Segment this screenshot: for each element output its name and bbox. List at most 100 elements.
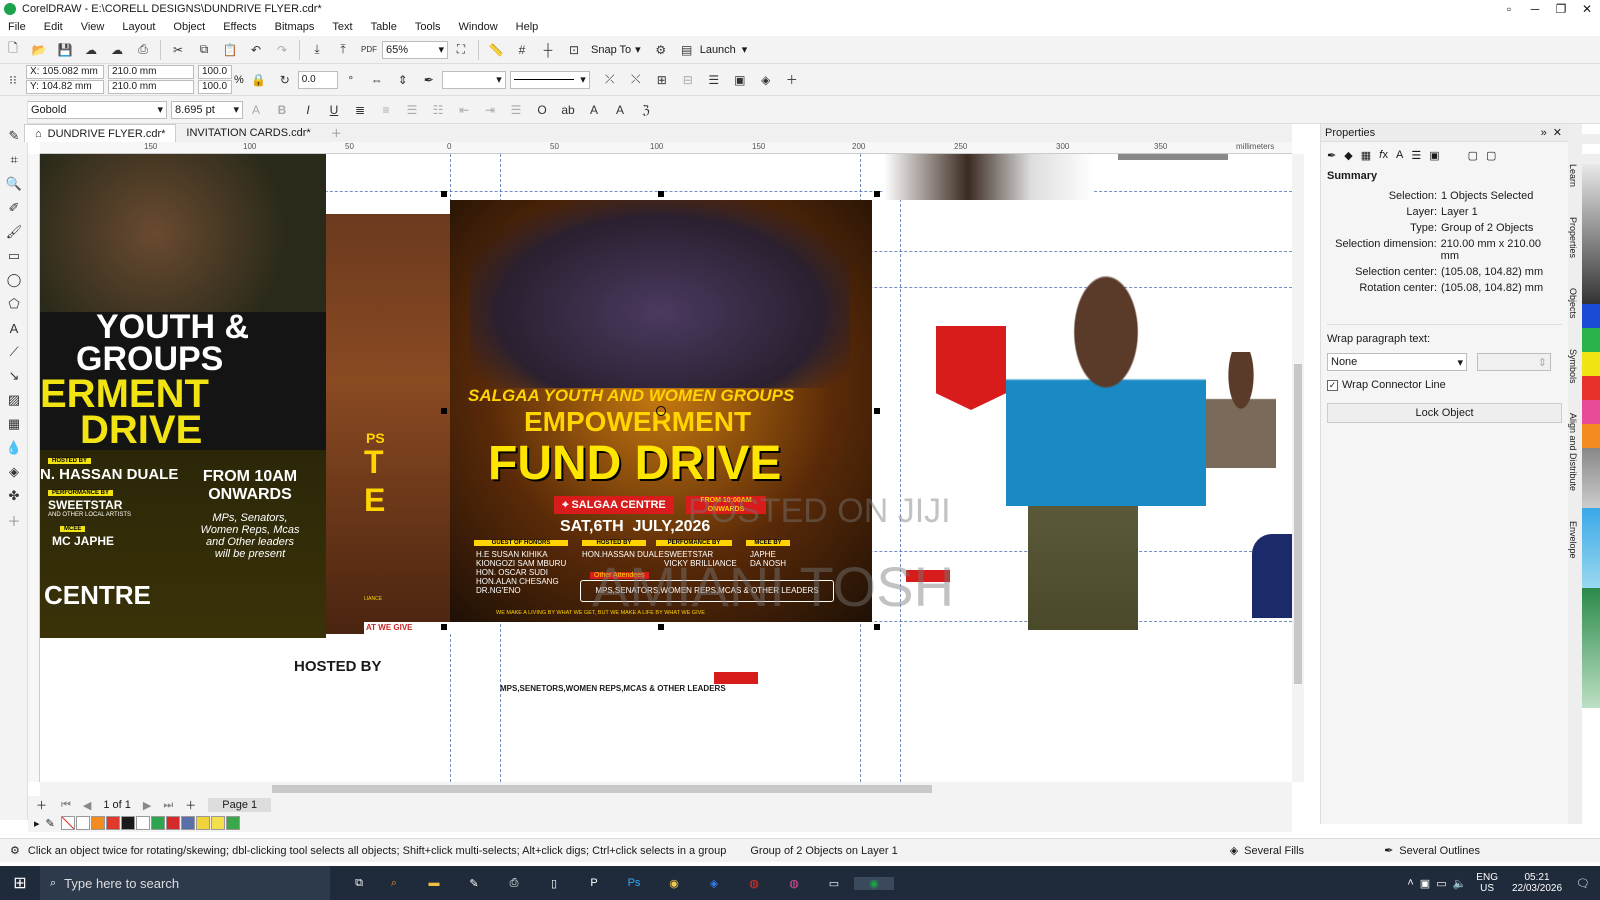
wrap-connector-checkbox[interactable]: ✓	[1327, 379, 1338, 391]
menu-effects[interactable]: Effects	[223, 21, 256, 33]
snap-icon[interactable]: ⊡	[564, 40, 584, 60]
app-p-icon[interactable]: P	[574, 877, 614, 889]
selection-handle[interactable]	[658, 624, 664, 630]
notifications-icon[interactable]: 🗨	[1576, 877, 1590, 890]
mirror-vertical-icon[interactable]: ⇕	[393, 70, 413, 90]
text-properties-icon[interactable]: ab	[558, 100, 578, 120]
prev-page-icon[interactable]: ◀	[83, 799, 91, 812]
grid-icon[interactable]: #	[512, 40, 532, 60]
menu-text[interactable]: Text	[332, 21, 352, 33]
paste-icon[interactable]: 📋	[220, 40, 240, 60]
file-explorer-icon[interactable]: ▬	[414, 877, 454, 889]
copy-icon[interactable]: ⧉	[194, 40, 214, 60]
drawing-canvas[interactable]: PS T E LIANCE AT WE GIVE YOUTH & GROUPS …	[40, 154, 1292, 782]
align-icon[interactable]: ≡	[376, 100, 396, 120]
character-icon[interactable]: A	[1396, 149, 1403, 161]
app-icon[interactable]: ⌕	[374, 877, 414, 890]
new-document-icon[interactable]: 🗋	[3, 40, 23, 60]
menu-object[interactable]: Object	[173, 21, 205, 33]
close-button[interactable]: ✕	[1574, 0, 1600, 18]
undo-icon[interactable]: ↶	[246, 40, 266, 60]
docker-tab-align[interactable]: Align and Distribute	[1568, 413, 1578, 491]
green-swatches[interactable]	[1582, 588, 1600, 708]
pdf-icon[interactable]: PDF	[359, 40, 379, 60]
options-gear-icon[interactable]: ⚙	[651, 40, 671, 60]
cut-icon[interactable]: ✂	[168, 40, 188, 60]
tab-dundrive-flyer[interactable]: ⌂ DUNDRIVE FLYER.cdr*	[24, 124, 177, 142]
selection-handle[interactable]	[441, 191, 447, 197]
redo-icon[interactable]: ↷	[272, 40, 292, 60]
glyph-icon[interactable]: ℨ	[636, 100, 656, 120]
menu-table[interactable]: Table	[371, 21, 397, 33]
transparency-icon[interactable]: ▦	[0, 412, 28, 436]
first-page-icon[interactable]: ⏮	[61, 799, 71, 812]
selection-handle[interactable]	[658, 191, 664, 197]
red-swatch[interactable]	[1582, 376, 1600, 400]
save-icon[interactable]: 💾	[55, 40, 75, 60]
tray-icon[interactable]: ▣	[1420, 877, 1430, 890]
page-tab[interactable]: Page 1	[208, 798, 272, 812]
taskbar-region[interactable]: US	[1476, 883, 1498, 894]
interactive-fill-icon[interactable]: ◈	[0, 460, 28, 484]
coreldraw-taskbar-icon[interactable]: ◉	[854, 876, 894, 890]
person-cutout-top[interactable]	[884, 154, 1094, 200]
task-view-icon[interactable]: ⧉	[344, 877, 374, 890]
taskbar-search[interactable]: ⌕ Type here to search	[40, 866, 330, 900]
selection-handle[interactable]	[874, 408, 880, 414]
to-front-icon[interactable]: ▣	[730, 70, 750, 90]
menu-file[interactable]: File	[8, 21, 26, 33]
mirror-horizontal-icon[interactable]: ⇔	[367, 70, 387, 90]
color-swatch[interactable]	[165, 816, 180, 830]
menu-layout[interactable]: Layout	[122, 21, 155, 33]
connector-tool-icon[interactable]: ↘	[0, 364, 28, 388]
docker-tab-properties[interactable]: Properties	[1568, 217, 1578, 258]
color-swatch[interactable]	[135, 816, 150, 830]
width-field[interactable]: 210.0 mm	[108, 65, 194, 79]
magenta-swatch[interactable]	[1582, 400, 1600, 424]
docker-tab-symbols[interactable]: Symbols	[1568, 349, 1578, 384]
image-strip[interactable]	[1118, 154, 1228, 160]
outline-pen-icon[interactable]: ✒	[1384, 844, 1393, 857]
y-position-field[interactable]: Y: 104.82 mm	[26, 80, 104, 94]
font-family-dropdown[interactable]: Gobold ▾	[27, 100, 167, 119]
chevron-down-icon[interactable]: ▾	[635, 43, 641, 56]
indent-increase-icon[interactable]: ⇥	[480, 100, 500, 120]
volume-icon[interactable]: 🔈	[1453, 877, 1467, 890]
menu-edit[interactable]: Edit	[44, 21, 63, 33]
maximize-button[interactable]: ❐	[1548, 0, 1574, 18]
guidelines-icon[interactable]: ┼	[538, 40, 558, 60]
scale-x-field[interactable]: 100.0	[198, 65, 232, 79]
full-screen-icon[interactable]: ⛶	[451, 40, 471, 60]
lock-ratio-icon[interactable]: 🔒	[249, 70, 269, 90]
outline-pen-icon[interactable]: ✒	[1327, 149, 1336, 162]
tab-invitation-cards[interactable]: INVITATION CARDS.cdr*	[176, 124, 320, 142]
rotate-icon[interactable]: ↻	[275, 70, 295, 90]
new-tab-icon[interactable]: ＋	[321, 124, 352, 142]
rectangle-tool-icon[interactable]: ▭	[0, 244, 28, 268]
restore-icon[interactable]: ▫	[1496, 0, 1522, 18]
color-swatch[interactable]	[180, 816, 195, 830]
ellipse-tool-icon[interactable]: ◯	[0, 268, 28, 292]
crop-tool-icon[interactable]: ⌗	[0, 148, 28, 172]
yellow-swatch[interactable]	[1582, 352, 1600, 376]
scale-y-field[interactable]: 100.0	[198, 80, 232, 94]
man-photo-cutout[interactable]	[1206, 352, 1276, 468]
smart-fill-icon[interactable]: ✤	[0, 484, 28, 508]
zoom-tool-icon[interactable]: 🔍	[0, 172, 28, 196]
artistic-media-icon[interactable]: 🖌	[0, 220, 28, 244]
effects-icon[interactable]: 𝑓x	[1379, 149, 1388, 162]
person-cutout-right[interactable]	[1252, 534, 1292, 618]
pen-app-icon[interactable]: ✎	[454, 877, 494, 890]
launch-icon[interactable]: ▤	[677, 40, 697, 60]
text-direction-icon[interactable]: A	[610, 100, 630, 120]
vertical-ruler[interactable]	[28, 154, 40, 782]
selection-handle[interactable]	[874, 191, 880, 197]
left-flyer[interactable]: YOUTH & GROUPS ERMENT DRIVE HOSTED BY N.…	[40, 154, 326, 638]
font-list-icon[interactable]: A	[246, 100, 266, 120]
eyedropper-icon[interactable]: ✎	[46, 817, 55, 830]
uniformed-man-photo[interactable]	[1028, 506, 1138, 630]
printer-icon[interactable]: ⎙	[494, 877, 534, 890]
lock-object-button[interactable]: Lock Object	[1327, 403, 1562, 423]
app-gradient-icon[interactable]: ◍	[774, 877, 814, 890]
gear-icon[interactable]: ⚙	[10, 844, 20, 857]
